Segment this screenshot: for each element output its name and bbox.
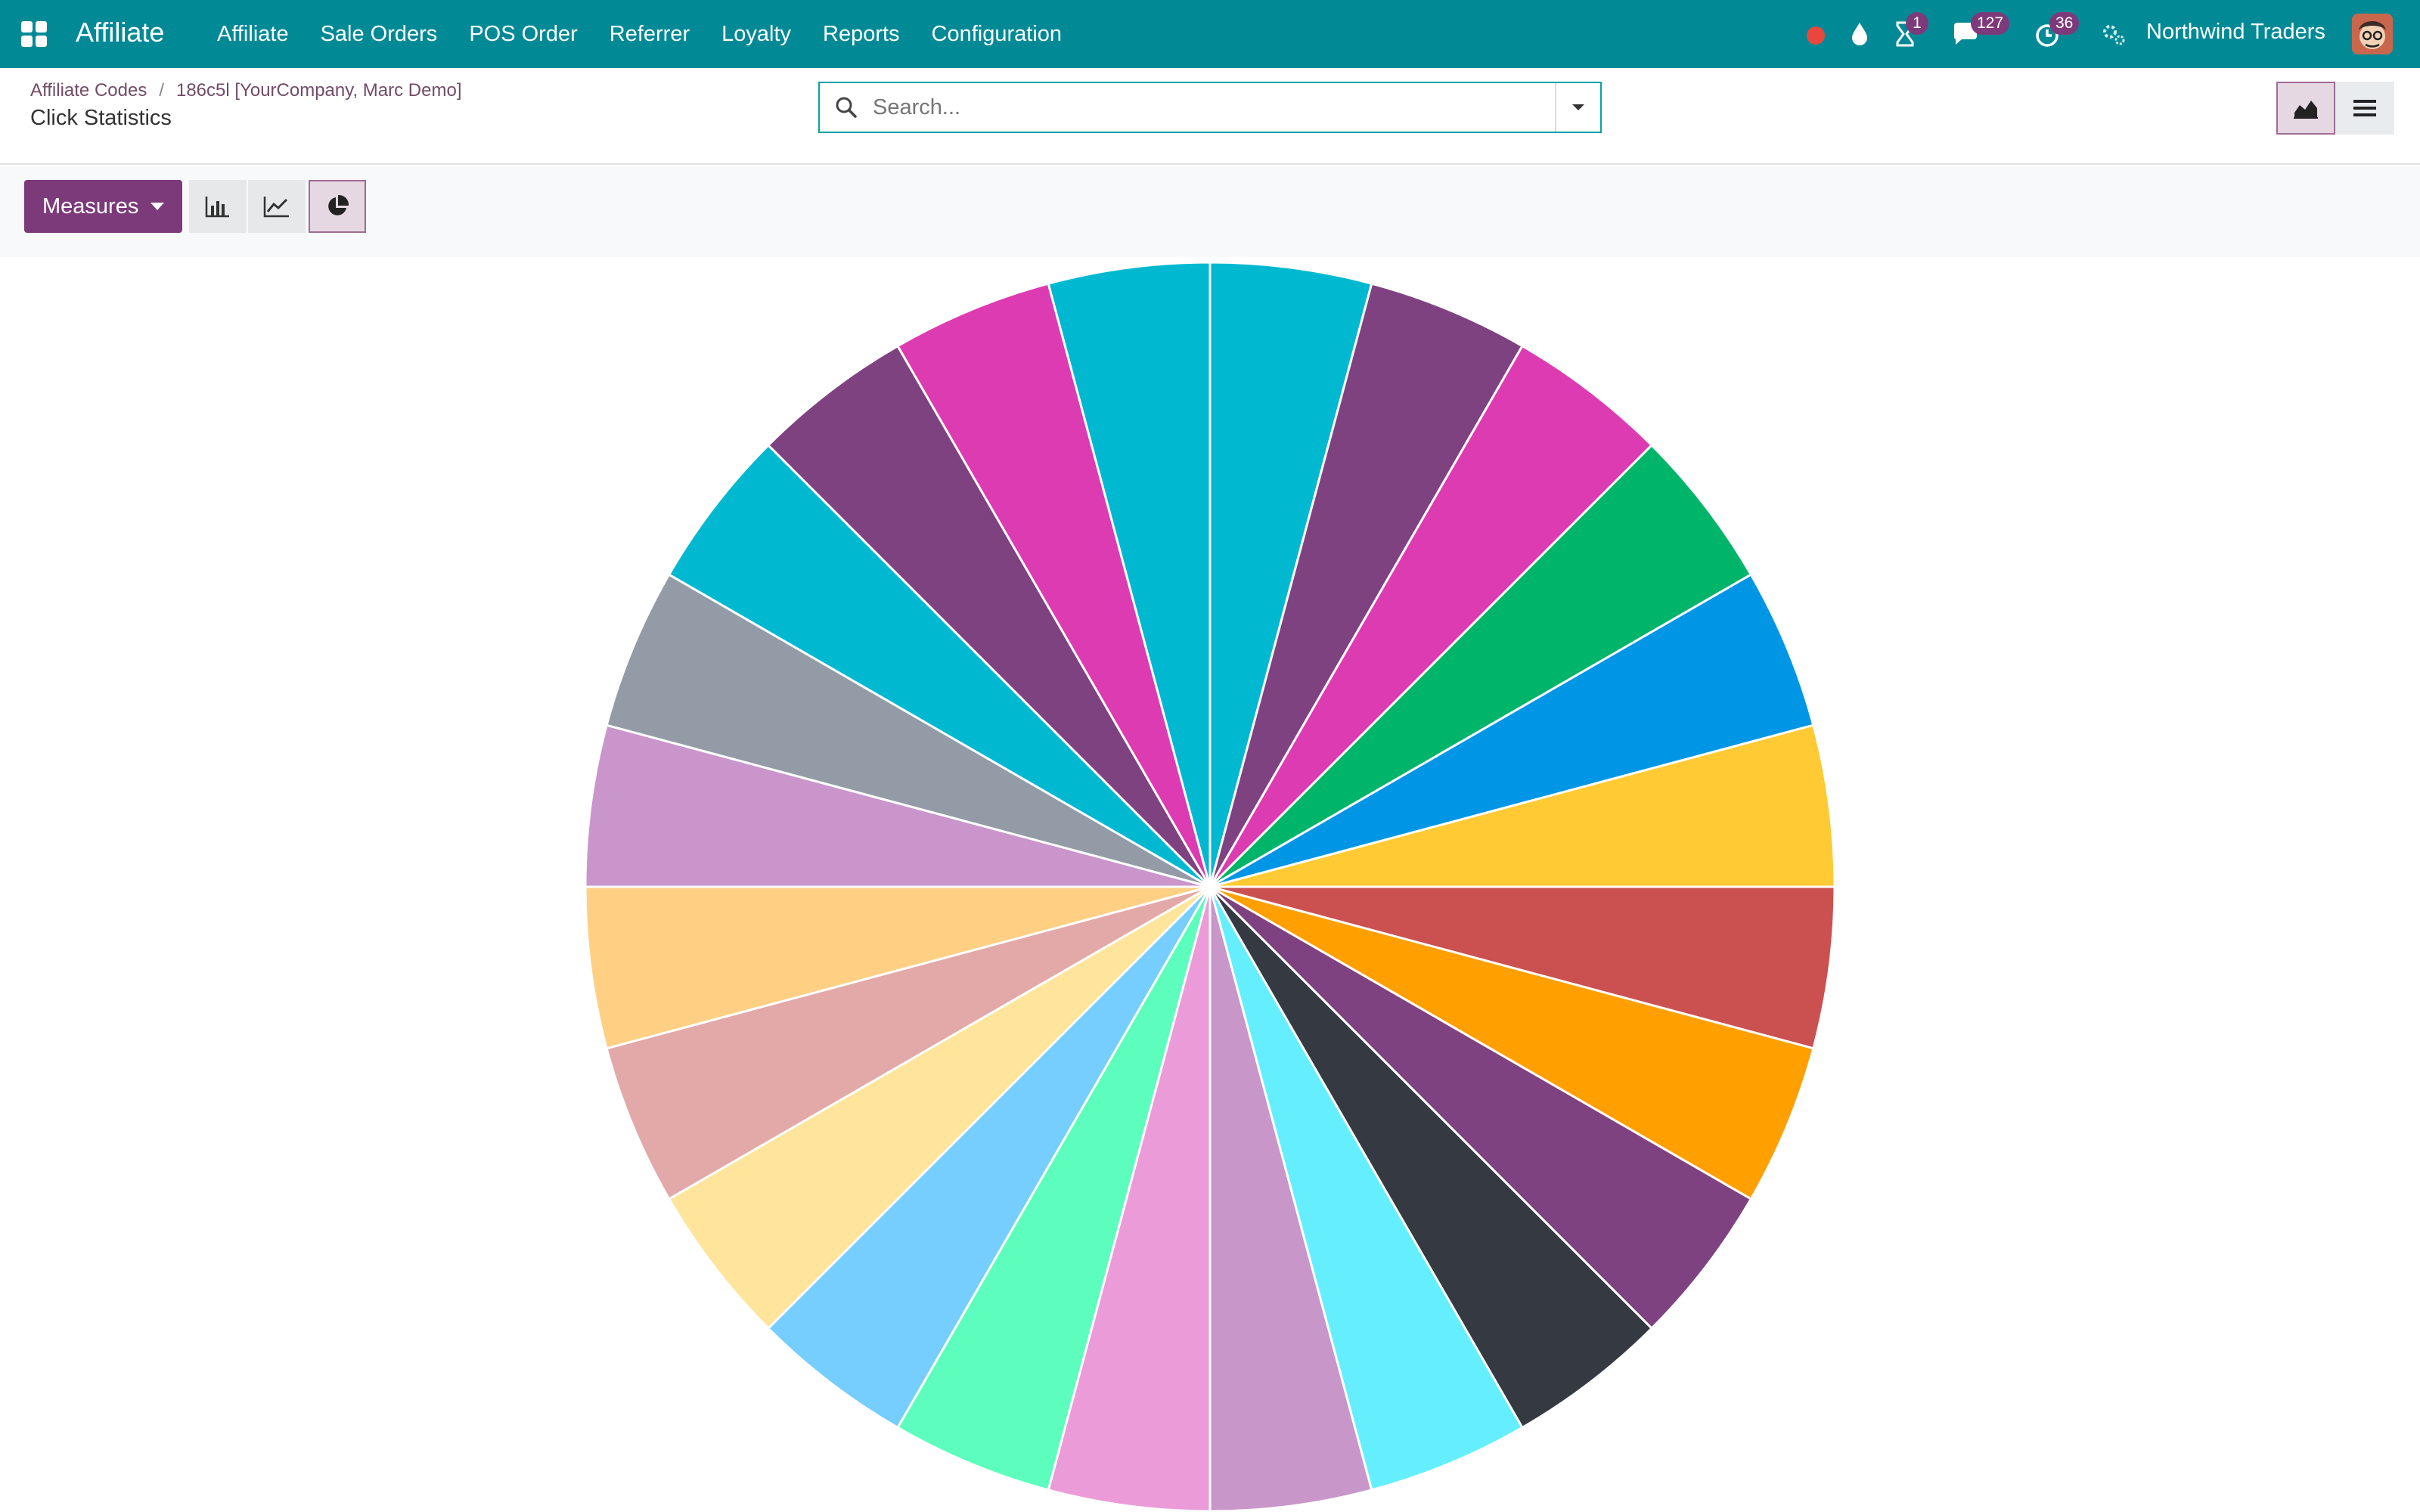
line-chart-button[interactable] [248,180,306,233]
line-chart-icon [263,197,289,218]
graph-view-button[interactable] [2276,82,2335,135]
breadcrumb-separator: / [159,80,164,101]
user-avatar[interactable] [2352,14,2393,54]
app-brand[interactable]: Affiliate [76,17,164,48]
caret-down-icon [150,203,165,210]
page-title: Click Statistics [30,106,172,130]
control-panel: Affiliate Codes / 186c5l [YourCompany, M… [0,68,2420,165]
view-switcher [2276,82,2394,135]
menu-item-sale-orders[interactable]: Sale Orders [305,22,454,47]
search-box [818,82,1602,133]
chart-area [0,257,2420,1512]
graph-toolbar: Measures [0,166,2420,257]
search-icon [820,83,873,132]
company-name[interactable]: Northwind Traders [2146,20,2325,45]
breadcrumb-record[interactable]: 186c5l [YourCompany, Marc Demo] [176,80,462,101]
list-view-button[interactable] [2335,82,2394,135]
top-navbar: Affiliate Affiliate Sale Orders POS Orde… [0,0,2420,68]
droplet-icon[interactable] [1845,20,1874,48]
measures-button[interactable]: Measures [24,180,183,233]
measures-label: Measures [42,194,139,218]
record-dot-icon[interactable] [1801,20,1830,48]
search-options-toggle[interactable] [1555,83,1600,132]
menu-item-referrer[interactable]: Referrer [594,22,706,47]
breadcrumb-parent[interactable]: Affiliate Codes [30,80,147,101]
bar-chart-button[interactable] [189,180,247,233]
main-menu: Affiliate Sale Orders POS Order Referrer… [201,0,1078,68]
messages-badge: 127 [1971,12,2010,35]
gears-icon[interactable] [2099,20,2128,48]
menu-item-pos-order[interactable]: POS Order [453,22,593,47]
search-input[interactable] [873,85,1555,130]
menu-item-reports[interactable]: Reports [807,22,916,47]
list-icon [2353,100,2376,116]
avatar-face-icon [2352,14,2393,54]
menu-item-configuration[interactable]: Configuration [916,22,1078,47]
area-chart-icon [2294,101,2318,119]
clock-badge: 36 [2049,12,2080,35]
breadcrumb: Affiliate Codes / 186c5l [YourCompany, M… [30,80,462,101]
pie-chart [584,261,1836,1512]
bar-chart-icon [205,197,229,218]
pie-chart-button[interactable] [309,180,366,233]
activities-badge: 1 [1906,12,1928,35]
menu-item-affiliate[interactable]: Affiliate [201,22,305,47]
apps-grid-icon[interactable] [21,21,47,47]
menu-item-loyalty[interactable]: Loyalty [706,22,807,47]
caret-down-icon [1572,104,1584,110]
pie-chart-icon [328,194,349,215]
